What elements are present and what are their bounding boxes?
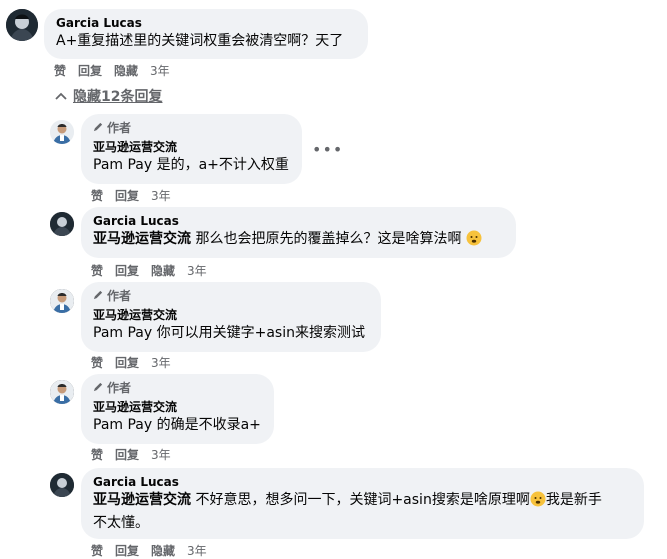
comment-author-name[interactable]: Garcia Lucas (56, 16, 356, 31)
author-badge-label: 作者 (107, 289, 132, 303)
like-button[interactable]: 赞 (91, 262, 103, 279)
hide-button[interactable]: 隐藏 (151, 542, 175, 559)
author-badge: 作者 (93, 289, 369, 304)
reply-text: 亚马逊运营交流 不好意思，想多问一下，关键词+asin搜索是啥原理啊 我是新手 不… (93, 490, 632, 533)
reply-actions: 赞 回复 隐藏 3年 (91, 262, 207, 279)
reply-author-name[interactable]: 亚马逊运营交流 (93, 140, 290, 155)
like-button[interactable]: 赞 (91, 446, 103, 463)
reply-bubble: Garcia Lucas 亚马逊运营交流 不好意思，想多问一下，关键词+asin… (81, 468, 644, 539)
more-options-icon[interactable]: ••• (312, 140, 343, 159)
like-button[interactable]: 赞 (91, 542, 103, 559)
timestamp[interactable]: 3年 (187, 542, 207, 559)
reply-actions: 赞 回复 3年 (91, 354, 171, 371)
avatar-garcia-lucas[interactable] (6, 9, 38, 41)
reply-bubble: Garcia Lucas 亚马逊运营交流 那么也会把原先的覆盖掉么？这是啥算法啊 (81, 207, 516, 258)
pencil-icon (93, 121, 104, 136)
reply-button[interactable]: 回复 (115, 354, 139, 371)
hide-replies-toggle[interactable]: 隐藏12条回复 (55, 86, 162, 106)
like-button[interactable]: 赞 (91, 354, 103, 371)
avatar-page[interactable] (50, 289, 74, 313)
hide-replies-label: 隐藏12条回复 (73, 89, 163, 105)
worried-face-icon (466, 230, 482, 252)
comment-text: A+重复描述里的关键词权重会被清空啊？天了 (56, 33, 344, 49)
worried-face-icon (530, 491, 546, 513)
author-badge: 作者 (93, 381, 262, 396)
reply-button[interactable]: 回复 (115, 542, 139, 559)
reply-button[interactable]: 回复 (78, 62, 102, 79)
reply-author-name[interactable]: 亚马逊运营交流 (93, 308, 369, 323)
author-badge: 作者 (93, 121, 290, 136)
reply-bubble: 作者 亚马逊运营交流 Pam Pay 你可以用关键字+asin来搜索测试 (81, 282, 381, 352)
reply-bubble: 作者 亚马逊运营交流 Pam Pay 的确是不收录a+ (81, 374, 274, 444)
reply-actions: 赞 回复 3年 (91, 187, 171, 204)
reply-button[interactable]: 回复 (115, 446, 139, 463)
reply-actions: 赞 回复 隐藏 3年 (91, 542, 207, 559)
reply-text-content: 我是新手 (545, 492, 602, 508)
comment-bubble: Garcia Lucas A+重复描述里的关键词权重会被清空啊？天了 (44, 9, 368, 59)
timestamp[interactable]: 3年 (150, 62, 170, 79)
reply-author-name[interactable]: 亚马逊运营交流 (93, 400, 262, 415)
timestamp[interactable]: 3年 (151, 354, 171, 371)
mention-link[interactable]: 亚马逊运营交流 (93, 492, 191, 508)
author-badge-label: 作者 (107, 381, 132, 395)
reply-text: Pam Pay 的确是不收录a+ (93, 417, 261, 433)
mention-link[interactable]: 亚马逊运营交流 (93, 231, 191, 247)
avatar-page[interactable] (50, 380, 74, 404)
reply-text-content: 那么也会把原先的覆盖掉么？这是啥算法啊 (195, 231, 462, 247)
reply-text-content: 不好意思，想多问一下，关键词+asin搜索是啥原理啊 (195, 492, 530, 508)
reply-text: Pam Pay 是的，a+不计入权重 (93, 157, 289, 173)
chevron-up-icon (55, 88, 67, 104)
reply-text: Pam Pay 你可以用关键字+asin来搜索测试 (93, 325, 365, 341)
hide-button[interactable]: 隐藏 (114, 62, 138, 79)
timestamp[interactable]: 3年 (151, 187, 171, 204)
reply-bubble: 作者 亚马逊运营交流 Pam Pay 是的，a+不计入权重 (81, 114, 302, 184)
reply-text: 亚马逊运营交流 那么也会把原先的覆盖掉么？这是啥算法啊 (93, 229, 504, 252)
avatar-garcia-lucas[interactable] (50, 212, 74, 236)
like-button[interactable]: 赞 (91, 187, 103, 204)
reply-button[interactable]: 回复 (115, 262, 139, 279)
timestamp[interactable]: 3年 (151, 446, 171, 463)
reply-author-name[interactable]: Garcia Lucas (93, 475, 632, 490)
like-button[interactable]: 赞 (54, 62, 66, 79)
reply-author-name[interactable]: Garcia Lucas (93, 214, 504, 229)
avatar-page[interactable] (50, 120, 74, 144)
reply-button[interactable]: 回复 (115, 187, 139, 204)
timestamp[interactable]: 3年 (187, 262, 207, 279)
pencil-icon (93, 289, 104, 304)
avatar-garcia-lucas[interactable] (50, 473, 74, 497)
author-badge-label: 作者 (107, 121, 132, 135)
reply-actions: 赞 回复 3年 (91, 446, 171, 463)
reply-text-content: 不太懂。 (93, 515, 149, 531)
hide-button[interactable]: 隐藏 (151, 262, 175, 279)
comment-actions: 赞 回复 隐藏 3年 (54, 62, 170, 79)
pencil-icon (93, 381, 104, 396)
